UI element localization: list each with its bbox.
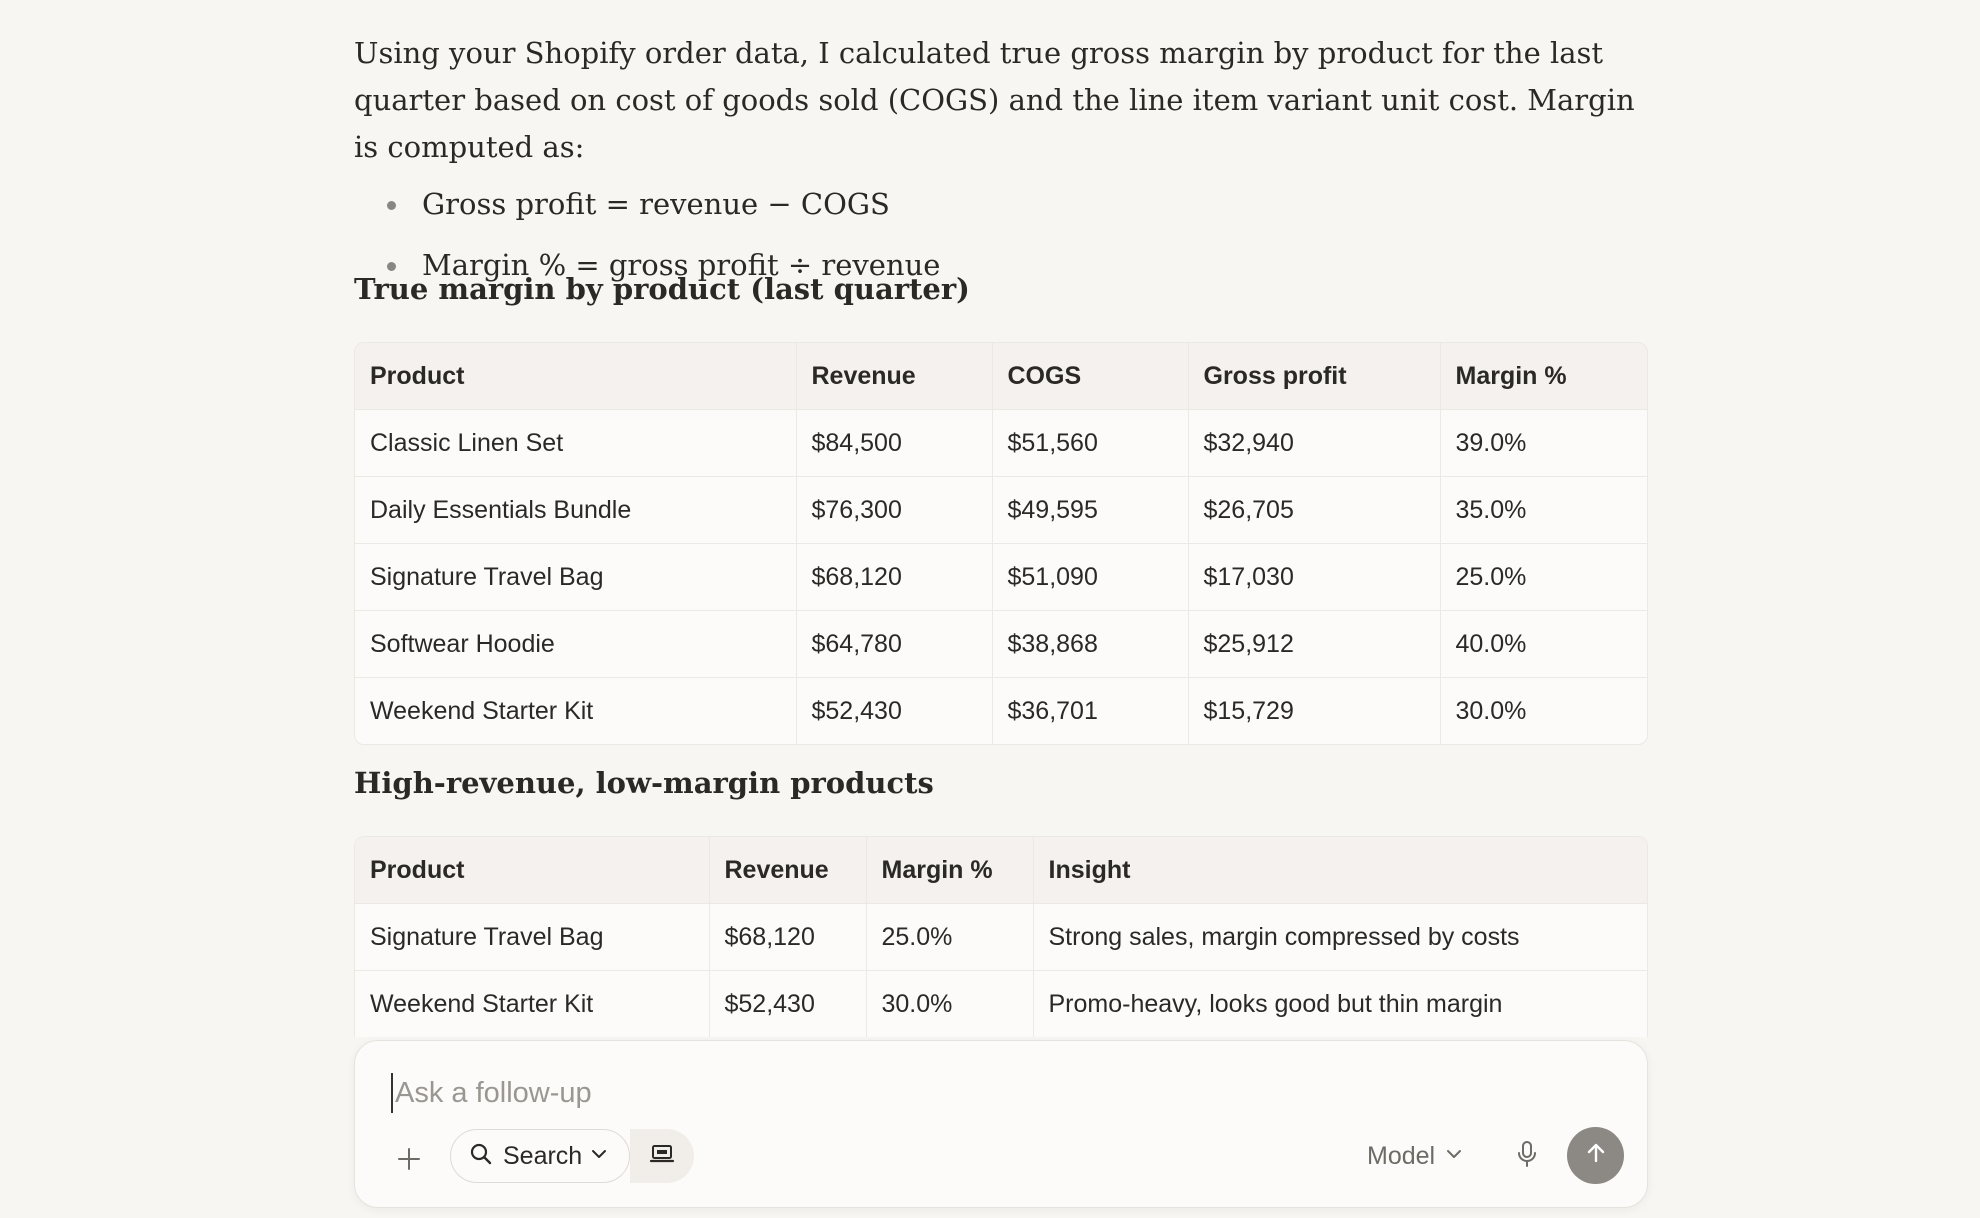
product-cell: Signature Travel Bag xyxy=(355,903,710,971)
column-header: Gross profit xyxy=(1188,343,1441,410)
revenue-cell: $84,500 xyxy=(796,409,993,477)
chevron-down-icon xyxy=(590,1145,608,1168)
product-cell: Weekend Starter Kit xyxy=(355,970,710,1037)
model-selector[interactable]: Model xyxy=(1367,1136,1463,1176)
send-button[interactable] xyxy=(1567,1127,1624,1184)
column-header: Insight xyxy=(1033,837,1647,904)
search-icon xyxy=(469,1142,493,1171)
chevron-down-icon xyxy=(1445,1145,1463,1168)
bullet-dot xyxy=(387,201,396,210)
gross-profit-cell: $15,729 xyxy=(1188,677,1441,744)
voice-input-button[interactable] xyxy=(1507,1136,1547,1176)
column-header: Revenue xyxy=(796,343,993,410)
table-row: Weekend Starter Kit $52,430 30.0% Promo-… xyxy=(355,970,1647,1037)
list-item: Gross profit = revenue − COGS xyxy=(354,181,1647,228)
table-header-row: Product Revenue Margin % Insight xyxy=(355,837,1647,904)
search-mode-button[interactable]: Search xyxy=(450,1129,630,1183)
table-header-row: Product Revenue COGS Gross profit Margin… xyxy=(355,343,1647,410)
extension-button[interactable] xyxy=(630,1129,694,1183)
intro-paragraph: Using your Shopify order data, I calcula… xyxy=(354,36,1635,164)
product-cell: Signature Travel Bag xyxy=(355,543,797,611)
table-row: Softwear Hoodie $64,780 $38,868 $25,912 … xyxy=(355,610,1647,678)
revenue-cell: $52,430 xyxy=(796,677,993,744)
gross-profit-cell: $25,912 xyxy=(1188,610,1441,678)
formula-gross-profit: Gross profit = revenue − COGS xyxy=(422,187,890,221)
cogs-cell: $36,701 xyxy=(992,677,1189,744)
column-header: Margin % xyxy=(1440,343,1647,410)
insight-cell: Strong sales, margin compressed by costs xyxy=(1033,903,1647,971)
margin-table: Product Revenue COGS Gross profit Margin… xyxy=(354,342,1648,745)
chat-response: Using your Shopify order data, I calcula… xyxy=(354,0,1648,1037)
column-header: Product xyxy=(355,343,797,410)
product-cell: Weekend Starter Kit xyxy=(355,677,797,744)
margin-table-heading: True margin by product (last quarter) xyxy=(354,272,970,306)
table-row: Signature Travel Bag $68,120 $51,090 $17… xyxy=(355,543,1647,611)
low-margin-table: Product Revenue Margin % Insight Signatu… xyxy=(354,836,1648,1037)
low-margin-heading: High-revenue, low-margin products xyxy=(354,766,934,800)
cogs-cell: $51,560 xyxy=(992,409,1189,477)
margin-cell: 35.0% xyxy=(1440,476,1647,544)
model-label: Model xyxy=(1367,1141,1436,1170)
column-header: Product xyxy=(355,837,710,904)
margin-cell: 40.0% xyxy=(1440,610,1647,678)
cogs-cell: $49,595 xyxy=(992,476,1189,544)
gross-profit-cell: $26,705 xyxy=(1188,476,1441,544)
margin-cell: 30.0% xyxy=(1455,696,1527,725)
margin-cell: 39.0% xyxy=(1440,409,1647,477)
microphone-icon xyxy=(1516,1140,1538,1173)
column-header: COGS xyxy=(992,343,1189,410)
margin-cell: 25.0% xyxy=(866,903,1034,971)
table-row: Weekend Starter Kit $52,430 $36,701 $15,… xyxy=(355,677,1647,744)
revenue-cell: $76,300 xyxy=(796,476,993,544)
table-row: Signature Travel Bag $68,120 25.0% Stron… xyxy=(355,903,1647,971)
column-header: Revenue xyxy=(709,837,867,904)
follow-up-composer: Search Model xyxy=(354,1040,1648,1208)
margin-cell: 30.0% xyxy=(866,970,1034,1037)
follow-up-input[interactable] xyxy=(391,1073,1595,1113)
table-row: Daily Essentials Bundle $76,300 $49,595 … xyxy=(355,476,1647,544)
bullet-dot xyxy=(387,262,396,271)
add-attachment-button[interactable] xyxy=(389,1141,429,1181)
gross-profit-cell: $17,030 xyxy=(1188,543,1441,611)
cogs-cell: $38,868 xyxy=(992,610,1189,678)
revenue-cell: $68,120 xyxy=(709,903,867,971)
insight-cell: Promo-heavy, looks good but thin margin xyxy=(1048,989,1503,1018)
product-cell: Daily Essentials Bundle xyxy=(355,476,797,544)
product-cell: Softwear Hoodie xyxy=(355,610,797,678)
search-mode-label: Search xyxy=(503,1141,583,1170)
revenue-cell: $68,120 xyxy=(796,543,993,611)
product-cell: Classic Linen Set xyxy=(355,409,797,477)
plus-icon xyxy=(396,1146,422,1177)
revenue-cell: $52,430 xyxy=(709,970,867,1037)
gross-profit-cell: $32,940 xyxy=(1188,409,1441,477)
margin-cell: 25.0% xyxy=(1440,543,1647,611)
column-header: Margin % xyxy=(866,837,1034,904)
cogs-cell: $51,090 xyxy=(992,543,1189,611)
laptop-icon xyxy=(649,1143,675,1170)
arrow-up-icon xyxy=(1584,1141,1608,1170)
table-row: Classic Linen Set $84,500 $51,560 $32,94… xyxy=(355,409,1647,477)
revenue-cell: $64,780 xyxy=(796,610,993,678)
